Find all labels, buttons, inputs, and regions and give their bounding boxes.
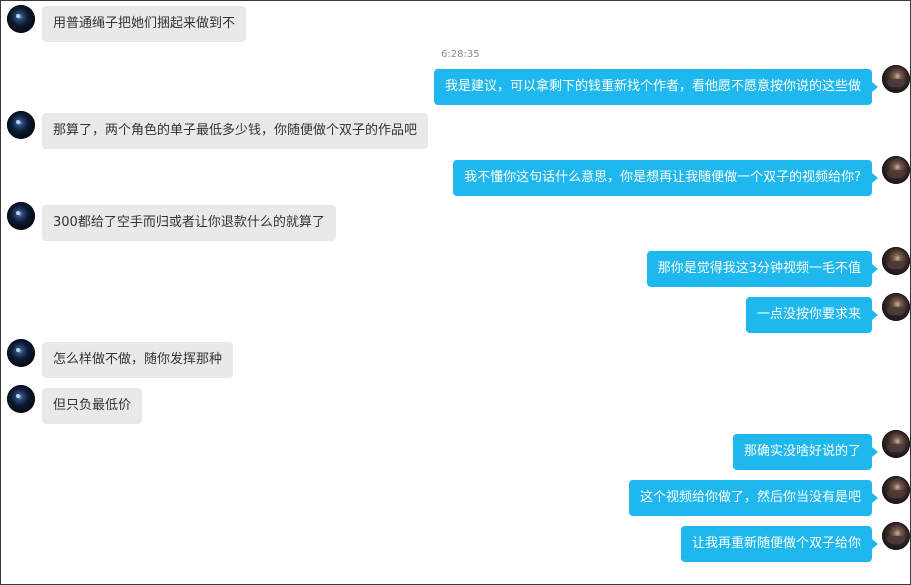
- contact-avatar[interactable]: [7, 202, 35, 230]
- contact-avatar[interactable]: [7, 5, 35, 33]
- user-avatar[interactable]: [882, 247, 910, 275]
- user-avatar[interactable]: [882, 293, 910, 321]
- user-avatar[interactable]: [882, 522, 910, 550]
- chat-window: 6:28:35 用普通绳子把她们捆起来做到不 我是建议，可以拿剩下的钱重新找个作…: [0, 0, 911, 585]
- received-message-bubble[interactable]: 但只负最低价: [42, 388, 143, 424]
- user-avatar[interactable]: [882, 65, 910, 93]
- sent-message-bubble[interactable]: 那确实没啥好说的了: [732, 434, 879, 470]
- sent-message-bubble[interactable]: 那你是觉得我这3分钟视频一毛不值: [646, 251, 879, 287]
- sent-message-bubble[interactable]: 我是建议，可以拿剩下的钱重新找个作者，看他愿不愿意按你说的这些做: [433, 69, 879, 105]
- received-message-bubble[interactable]: 怎么样做不做，随你发挥那种: [42, 342, 234, 378]
- contact-avatar[interactable]: [7, 111, 35, 139]
- user-avatar[interactable]: [882, 156, 910, 184]
- contact-avatar[interactable]: [7, 385, 35, 413]
- sent-message-bubble[interactable]: 让我再重新随便做个双子给你: [680, 526, 879, 562]
- message-timestamp: 6:28:35: [441, 49, 480, 60]
- received-message-bubble[interactable]: 300都给了空手而归或者让你退款什么的就算了: [42, 205, 336, 241]
- sent-message-bubble[interactable]: 一点没按你要求来: [745, 297, 879, 333]
- user-avatar[interactable]: [882, 430, 910, 458]
- sent-message-bubble[interactable]: 这个视频给你做了，然后你当没有是吧: [628, 480, 879, 516]
- received-message-bubble[interactable]: 用普通绳子把她们捆起来做到不: [42, 6, 247, 42]
- user-avatar[interactable]: [882, 476, 910, 504]
- contact-avatar[interactable]: [7, 339, 35, 367]
- received-message-bubble[interactable]: 那算了，两个角色的单子最低多少钱，你随便做个双子的作品吧: [42, 113, 429, 149]
- sent-message-bubble[interactable]: 我不懂你这句话什么意思，你是想再让我随便做一个双子的视频给你?: [453, 160, 878, 196]
